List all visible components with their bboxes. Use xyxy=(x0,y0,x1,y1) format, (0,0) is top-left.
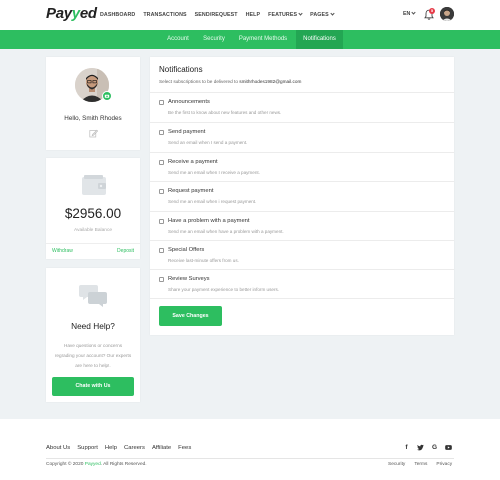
twitter-icon[interactable] xyxy=(417,444,424,451)
user-avatar[interactable] xyxy=(440,7,454,21)
notification-row-announcements: Announcements Be the first to know about… xyxy=(150,92,454,122)
help-card: Need Help? Have questions or concerns re… xyxy=(46,268,140,402)
withdraw-link[interactable]: Withdraw xyxy=(52,248,73,254)
top-header: Payyed DASHBOARD TRANSACTIONS SEND/REQUE… xyxy=(0,0,500,30)
footer-links: About Us Support Help Careers Affiliate … xyxy=(46,445,191,451)
divider xyxy=(46,458,454,459)
special-offers-checkbox[interactable] xyxy=(159,248,164,253)
notifications-card: Notifications Select subscriptions to be… xyxy=(150,57,454,335)
facebook-icon[interactable]: f xyxy=(403,444,410,451)
divider xyxy=(150,298,454,299)
footer-link-about[interactable]: About Us xyxy=(46,445,70,451)
edit-icon[interactable] xyxy=(89,129,98,138)
notification-label: Send payment xyxy=(168,129,206,135)
main-nav: DASHBOARD TRANSACTIONS SEND/REQUEST HELP… xyxy=(100,0,335,30)
tab-security[interactable]: Security xyxy=(198,30,230,49)
save-changes-button[interactable]: Save Changes xyxy=(159,306,222,326)
legal-links: Security Terms Privacy xyxy=(388,462,452,467)
notification-label: Receive a payment xyxy=(168,159,218,165)
wallet-icon xyxy=(82,175,106,195)
nav-help[interactable]: HELP xyxy=(246,12,261,18)
nav-transactions[interactable]: TRANSACTIONS xyxy=(143,12,186,18)
chat-with-us-button[interactable]: Chate with Us xyxy=(52,377,134,396)
social-links: f G xyxy=(403,444,452,451)
notification-desc: Receive last-minute offers from us. xyxy=(168,258,239,263)
balance-card: $2956.00 Available Balance Withdraw Depo… xyxy=(46,158,140,259)
chevron-down-icon xyxy=(330,11,335,16)
notification-label: Have a problem with a payment xyxy=(168,218,250,224)
notification-label: Announcements xyxy=(168,99,210,105)
chevron-down-icon xyxy=(298,11,303,16)
footer-link-help[interactable]: Help xyxy=(105,445,117,451)
youtube-icon[interactable] xyxy=(445,444,452,451)
footer-link-fees[interactable]: Fees xyxy=(178,445,191,451)
notification-row-payment-problem: Have a problem with a payment Send me an… xyxy=(150,211,454,241)
notification-row-receive-payment: Receive a payment Send me an email when … xyxy=(150,152,454,182)
divider xyxy=(46,243,140,244)
footer-link-affiliate[interactable]: Affiliate xyxy=(152,445,171,451)
nav-dashboard[interactable]: DASHBOARD xyxy=(100,12,135,18)
notifications-title: Notifications xyxy=(159,65,203,74)
subscription-email: smithrhodes1982@gmail.com xyxy=(239,79,302,84)
help-text: Have questions or concerns regrading you… xyxy=(54,343,132,368)
request-payment-checkbox[interactable] xyxy=(159,189,164,194)
payyed-logo[interactable]: Payyed xyxy=(46,5,97,22)
notification-desc: Send an email when I send a payment. xyxy=(168,140,248,145)
footer-link-careers[interactable]: Careers xyxy=(124,445,145,451)
nav-send-request[interactable]: SEND/REQUEST xyxy=(195,12,238,18)
chevron-down-icon xyxy=(411,10,416,15)
nav-pages[interactable]: PAGES xyxy=(310,11,335,18)
notification-desc: Share your payment experience to better … xyxy=(168,287,280,292)
nav-features[interactable]: FEATURES xyxy=(268,11,303,18)
profile-greeting: Hello, Smith Rhodes xyxy=(64,115,122,122)
camera-icon[interactable] xyxy=(102,91,112,101)
chat-bubbles-icon xyxy=(79,285,107,307)
language-selector[interactable]: EN xyxy=(403,10,416,17)
notification-label: Request payment xyxy=(168,188,214,194)
copyright: Copyright © 2020 Payyed. All Rights Rese… xyxy=(46,462,147,467)
deposit-link[interactable]: Deposit xyxy=(117,248,134,254)
tab-payment-methods[interactable]: Payment Methods xyxy=(230,30,296,49)
footer-link-privacy[interactable]: Privacy xyxy=(436,462,452,467)
notification-badge: 5 xyxy=(429,8,435,14)
notification-label: Special Offers xyxy=(168,247,205,253)
notification-row-request-payment: Request payment Send me an email when i … xyxy=(150,181,454,211)
notification-row-special-offers: Special Offers Receive last-minute offer… xyxy=(150,240,454,270)
notification-row-send-payment: Send payment Send an email when I send a… xyxy=(150,122,454,152)
notification-desc: Send me an email when i request payment. xyxy=(168,199,257,204)
balance-label: Available Balance xyxy=(73,228,113,233)
google-icon[interactable]: G xyxy=(431,444,438,451)
footer-link-security[interactable]: Security xyxy=(388,462,405,467)
profile-card: Hello, Smith Rhodes xyxy=(46,57,140,150)
account-tabs: Account Security Payment Methods Notific… xyxy=(0,30,500,49)
footer-link-terms[interactable]: Terms xyxy=(414,462,427,467)
notification-desc: Be the first to know about new features … xyxy=(168,110,282,115)
review-surveys-checkbox[interactable] xyxy=(159,277,164,282)
tab-notifications[interactable]: Notifications xyxy=(296,30,343,49)
notifications-subtitle: Select subscriptions to be delivered to … xyxy=(159,79,302,84)
tab-account[interactable]: Account xyxy=(158,30,198,49)
announcements-checkbox[interactable] xyxy=(159,100,164,105)
notification-row-review-surveys: Review Surveys Share your payment experi… xyxy=(150,269,454,299)
footer-link-support[interactable]: Support xyxy=(77,445,98,451)
help-title: Need Help? xyxy=(71,321,115,331)
send-payment-checkbox[interactable] xyxy=(159,130,164,135)
notification-desc: Send me an email when I receive a paymen… xyxy=(168,170,260,175)
footer: About Us Support Help Careers Affiliate … xyxy=(0,419,500,480)
receive-payment-checkbox[interactable] xyxy=(159,160,164,165)
copyright-brand-link[interactable]: Payyed xyxy=(85,462,101,467)
balance-amount: $2956.00 xyxy=(64,206,122,221)
payment-problem-checkbox[interactable] xyxy=(159,219,164,224)
notification-label: Review Surveys xyxy=(168,276,210,282)
notification-desc: Send me an email when have a problem wit… xyxy=(168,229,284,234)
